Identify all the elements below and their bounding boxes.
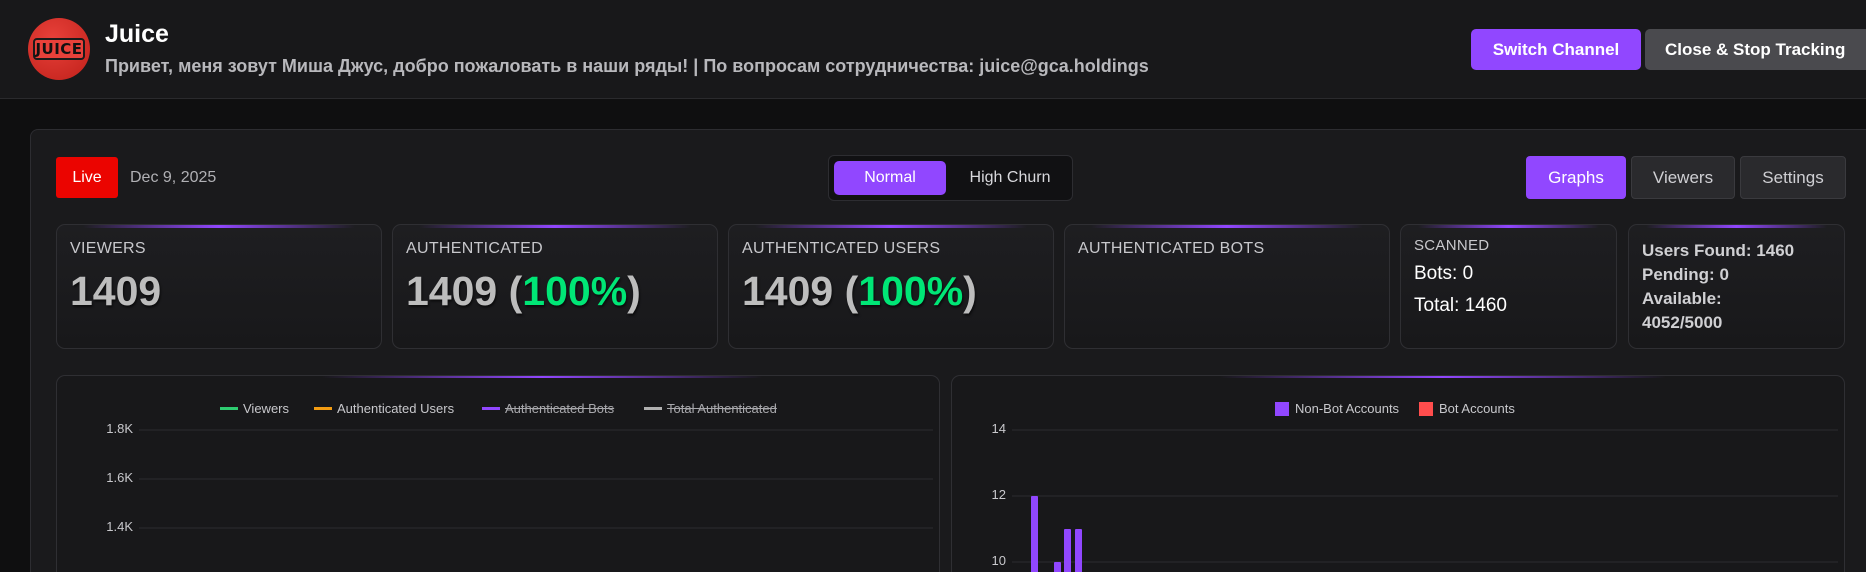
tab-settings[interactable]: Settings <box>1740 156 1846 199</box>
y-tick: 1.6K <box>106 470 133 485</box>
channel-logo-text: JUICE <box>33 38 85 60</box>
scanned-bots: Bots: 0 <box>1414 263 1474 284</box>
authenticated-bots-label: AUTHENTICATED BOTS <box>1078 240 1265 257</box>
legend-authenticated-users[interactable]: Authenticated Users <box>314 401 454 416</box>
legend-swatch <box>644 407 662 410</box>
available-label: Available: <box>1642 289 1722 308</box>
channel-avatar: JUICE <box>28 18 90 80</box>
users-info-card: Users Found: 1460 Pending: 0 Available: … <box>1628 224 1845 349</box>
switch-channel-button[interactable]: Switch Channel <box>1471 29 1641 70</box>
legend-label: Authenticated Users <box>337 401 455 416</box>
viewers-line-chart: Viewers Authenticated Users Authenticate… <box>56 375 940 572</box>
authenticated-percent: 100% <box>522 268 628 314</box>
legend-authenticated-bots[interactable]: Authenticated Bots <box>482 401 614 416</box>
legend-label: Non-Bot Accounts <box>1295 401 1400 416</box>
bar-non-bot-accounts[interactable] <box>1054 562 1061 572</box>
bar-non-bot-accounts[interactable] <box>1064 529 1071 572</box>
legend-viewers[interactable]: Viewers <box>220 401 289 416</box>
users-found: Users Found: 1460 <box>1642 241 1795 260</box>
authenticated-label: AUTHENTICATED <box>406 240 543 257</box>
scanned-total: Total: 1460 <box>1414 295 1507 316</box>
legend-label: Authenticated Bots <box>505 401 615 416</box>
legend-swatch <box>1419 401 1433 416</box>
live-badge: Live <box>56 157 118 198</box>
y-tick: 14 <box>991 421 1006 436</box>
legend-total-authenticated[interactable]: Total Authenticated <box>644 401 777 416</box>
authenticated-card: AUTHENTICATED 1409 (100%) <box>392 224 718 349</box>
legend-swatch <box>220 407 238 410</box>
legend-bot-accounts[interactable]: Bot Accounts <box>1419 401 1515 416</box>
accounts-bar-chart: Non-Bot Accounts Bot Accounts 14 12 10 <box>951 375 1845 572</box>
channel-name: Juice <box>105 20 169 48</box>
bar-non-bot-accounts[interactable] <box>1075 529 1082 572</box>
authenticated-bots-card: AUTHENTICATED BOTS <box>1064 224 1390 349</box>
available-value: 4052/5000 <box>1642 313 1723 332</box>
y-tick: 1.8K <box>106 421 133 436</box>
legend-swatch <box>314 407 332 410</box>
mode-high-churn-button[interactable]: High Churn <box>954 161 1066 195</box>
bar-non-bot-accounts[interactable] <box>1031 496 1038 572</box>
mode-normal-button[interactable]: Normal <box>834 161 946 195</box>
stream-date: Dec 9, 2025 <box>130 169 217 186</box>
authenticated-value: 1409 <box>406 268 498 314</box>
pending-count: Pending: 0 <box>1642 265 1729 284</box>
viewers-card: VIEWERS 1409 <box>56 224 382 349</box>
authenticated-users-label: AUTHENTICATED USERS <box>742 240 941 257</box>
legend-swatch <box>482 407 500 410</box>
tab-graphs[interactable]: Graphs <box>1526 156 1626 199</box>
authenticated-value-row: 1409 (100%) <box>406 268 641 314</box>
top-bar: JUICE Juice Привет, меня зовут Миша Джус… <box>0 0 1866 99</box>
scanned-label: SCANNED <box>1414 237 1490 254</box>
authenticated-users-card: AUTHENTICATED USERS 1409 (100%) <box>728 224 1054 349</box>
close-stop-tracking-button[interactable]: Close & Stop Tracking <box>1645 29 1866 70</box>
viewers-value: 1409 <box>70 268 162 314</box>
tab-viewers[interactable]: Viewers <box>1631 156 1735 199</box>
authenticated-users-value-row: 1409 (100%) <box>742 268 977 314</box>
viewers-label: VIEWERS <box>70 240 146 257</box>
channel-description: Привет, меня зовут Миша Джус, добро пожа… <box>105 56 1149 76</box>
authenticated-users-percent: 100% <box>858 268 964 314</box>
y-tick: 1.4K <box>106 519 133 534</box>
legend-label: Bot Accounts <box>1439 401 1515 416</box>
legend-non-bot-accounts[interactable]: Non-Bot Accounts <box>1275 401 1399 416</box>
scanned-card: SCANNED Bots: 0 Total: 1460 <box>1400 224 1617 349</box>
legend-label: Viewers <box>243 401 290 416</box>
y-tick: 12 <box>991 487 1006 502</box>
y-tick: 10 <box>991 553 1006 568</box>
authenticated-users-value: 1409 <box>742 268 834 314</box>
legend-label: Total Authenticated <box>667 401 777 416</box>
legend-swatch <box>1275 401 1289 416</box>
mode-toggle: Normal High Churn <box>828 155 1073 201</box>
